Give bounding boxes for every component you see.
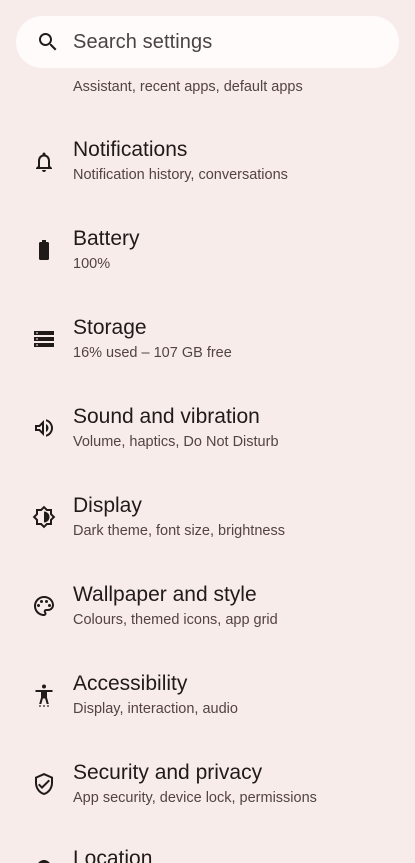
settings-item-location[interactable]: Location <box>0 828 415 863</box>
battery-icon <box>39 240 49 260</box>
search-input[interactable]: Search settings <box>73 30 212 54</box>
settings-item-subtitle: Notification history, conversations <box>73 167 288 183</box>
settings-item-wallpaper[interactable]: Wallpaper and style Colours, themed icon… <box>0 561 415 650</box>
settings-item-subtitle: Display, interaction, audio <box>73 701 238 717</box>
settings-item-storage[interactable]: Storage 16% used – 107 GB free <box>0 294 415 383</box>
settings-item-title: Accessibility <box>73 672 188 695</box>
settings-item-subtitle: 100% <box>73 256 111 272</box>
settings-item-accessibility[interactable]: Accessibility Display, interaction, audi… <box>0 650 415 739</box>
settings-item-title: Security and privacy <box>73 761 263 784</box>
settings-item-title: Battery <box>73 227 140 250</box>
settings-item-security[interactable]: Security and privacy App security, devic… <box>0 739 415 828</box>
storage-icon <box>34 331 54 347</box>
apps-item-subtitle: Assistant, recent apps, default apps <box>73 79 303 95</box>
settings-item-subtitle: Volume, haptics, Do Not Disturb <box>73 434 279 450</box>
settings-item-subtitle: Dark theme, font size, brightness <box>73 523 285 539</box>
settings-item-notifications[interactable]: Notifications Notification history, conv… <box>0 116 415 205</box>
accessibility-icon <box>35 684 53 707</box>
settings-item-subtitle: App security, device lock, permissions <box>73 790 317 806</box>
settings-item-sound[interactable]: Sound and vibration Volume, haptics, Do … <box>0 383 415 472</box>
settings-item-title: Sound and vibration <box>73 405 260 428</box>
settings-item-title: Location <box>73 847 153 863</box>
search-icon <box>39 33 57 51</box>
location-icon <box>38 860 50 863</box>
settings-item-title: Notifications <box>73 138 188 161</box>
palette-icon <box>34 596 54 616</box>
search-bar[interactable]: Search settings <box>16 16 399 68</box>
settings-item-title: Wallpaper and style <box>73 583 257 606</box>
settings-item-subtitle: Colours, themed icons, app grid <box>73 612 278 628</box>
settings-item-subtitle: 16% used – 107 GB free <box>73 345 232 361</box>
settings-item-title: Display <box>73 494 142 517</box>
shield-check-icon <box>35 773 53 795</box>
settings-item-battery[interactable]: Battery 100% <box>0 205 415 294</box>
settings-list: Assistant, recent apps, default apps Not… <box>0 0 415 863</box>
settings-item-display[interactable]: Display Dark theme, font size, brightnes… <box>0 472 415 561</box>
bell-icon <box>36 152 52 172</box>
brightness-icon <box>32 505 56 529</box>
speaker-icon <box>35 419 53 437</box>
settings-item-title: Storage <box>73 316 147 339</box>
